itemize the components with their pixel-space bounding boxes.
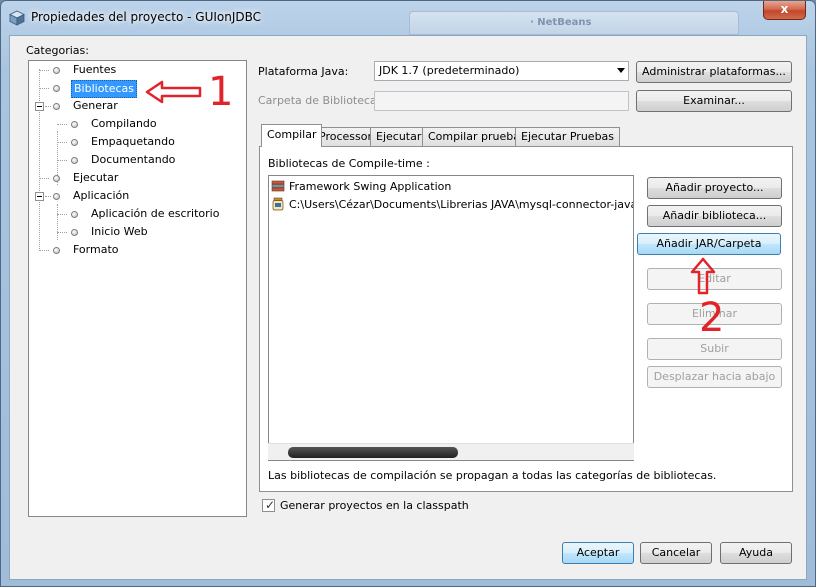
netbeans-cube-icon [9,10,25,26]
cancel-button[interactable]: Cancelar [640,542,712,564]
annotation-number-1: 1 [208,69,234,115]
list-item[interactable]: C:\Users\Cézar\Documents\Librerias JAVA\… [271,196,634,214]
library-name: Framework Swing Application [289,180,452,193]
help-button[interactable]: Ayuda [720,542,792,564]
categories-tree[interactable]: Fuentes Bibliotecas Generar Compilando E… [28,60,247,517]
annotation-arrow-up-icon [690,257,716,295]
node-icon [71,229,78,236]
tab-ejecutar-pruebas[interactable]: Ejecutar Pruebas [515,127,621,146]
tree-item-label: Generar [73,99,118,112]
library-icon [271,180,285,192]
background-window-title: · NetBeans [530,17,592,28]
checkmark-icon: ✓ [265,498,276,512]
tree-item-label: Ejecutar [73,171,119,184]
tree-item-label: Empaquetando [91,135,175,148]
chevron-down-icon [617,68,625,73]
node-icon [71,157,78,164]
project-properties-window: Propiedades del proyecto - GUIonJDBC · N… [0,0,816,587]
scrollbar-thumb[interactable] [288,447,458,458]
node-icon [53,85,60,92]
tree-item-empaquetando[interactable]: Empaquetando [29,134,239,151]
node-icon [71,211,78,218]
node-icon [53,247,60,254]
compile-libraries-list[interactable]: Framework Swing Application C:\Users\Céz… [268,175,634,461]
tree-item-inicio-web[interactable]: Inicio Web [29,224,239,241]
classpath-checkbox-label: Generar proyectos en la classpath [280,499,469,512]
tab-ejecutar[interactable]: Ejecutar [370,127,428,146]
node-icon [71,121,78,128]
tree-item-documentando[interactable]: Documentando [29,152,239,169]
add-jar-folder-button[interactable]: Añadir JAR/Carpeta [637,233,781,255]
tree-item-compilando[interactable]: Compilando [29,116,239,133]
add-library-button[interactable]: Añadir biblioteca... [647,205,782,227]
move-down-button[interactable]: Desplazar hacia abajo [647,366,782,388]
horizontal-scrollbar[interactable] [268,443,634,460]
window-title: Propiedades del proyecto - GUIonJDBC [31,10,262,24]
background-window-tab: · NetBeans [409,11,739,35]
close-icon: x [780,2,789,16]
compile-libraries-label: Bibliotecas de Compile-time : [268,157,430,170]
jar-icon [272,197,284,211]
node-icon [53,67,60,74]
propagation-note: Las bibliotecas de compilación se propag… [268,469,717,482]
tree-item-ejecutar[interactable]: Ejecutar [29,170,239,187]
add-project-button[interactable]: Añadir proyecto... [647,177,782,199]
tree-item-aplicacion[interactable]: Aplicación [29,188,239,205]
library-folder-label: Carpeta de Bibliotecas: [258,94,387,107]
tree-item-label: Formato [73,243,119,256]
annotation-number-2: 2 [699,295,725,341]
collapse-icon[interactable] [35,192,44,201]
node-icon [53,175,60,182]
library-path: C:\Users\Cézar\Documents\Librerias JAVA\… [289,198,634,211]
tree-item-label: Documentando [91,153,176,166]
tree-item-label: Compilando [91,117,157,130]
tree-item-aplicacion-escritorio[interactable]: Aplicación de escritorio [29,206,239,223]
list-item[interactable]: Framework Swing Application [271,178,631,196]
classpath-checkbox[interactable]: ✓ [262,498,276,512]
platform-label: Plataforma Java: [258,65,349,78]
close-button[interactable]: x [763,1,806,20]
tree-item-label: Inicio Web [91,225,148,238]
annotation-arrow-left-icon [145,80,202,104]
tree-item-label: Aplicación [73,189,130,202]
tree-item-formato[interactable]: Formato [29,242,239,259]
tree-item-label: Fuentes [73,63,117,76]
node-icon [53,103,60,110]
move-up-button[interactable]: Subir [647,338,782,360]
categories-label: Categorias: [26,44,89,57]
ok-button[interactable]: Aceptar [562,542,634,564]
node-icon [71,139,78,146]
browse-button[interactable]: Examinar... [636,90,792,112]
manage-platforms-button[interactable]: Administrar plataformas... [636,61,792,83]
tab-compilar[interactable]: Compilar [261,124,323,147]
platform-select-value: JDK 1.7 (predeterminado) [379,64,520,77]
title-bar[interactable]: Propiedades del proyecto - GUIonJDBC · N… [1,1,815,35]
library-folder-input[interactable] [374,91,629,111]
platform-select[interactable]: JDK 1.7 (predeterminado) [374,61,629,81]
dialog-content: Categorias: Fuentes Bibliotecas Generar [9,35,807,580]
node-icon [53,193,60,200]
tab-processor[interactable]: Processor [313,127,378,146]
collapse-icon[interactable] [35,102,44,111]
tree-item-label: Bibliotecas [71,80,138,98]
tree-item-label: Aplicación de escritorio [91,207,220,220]
